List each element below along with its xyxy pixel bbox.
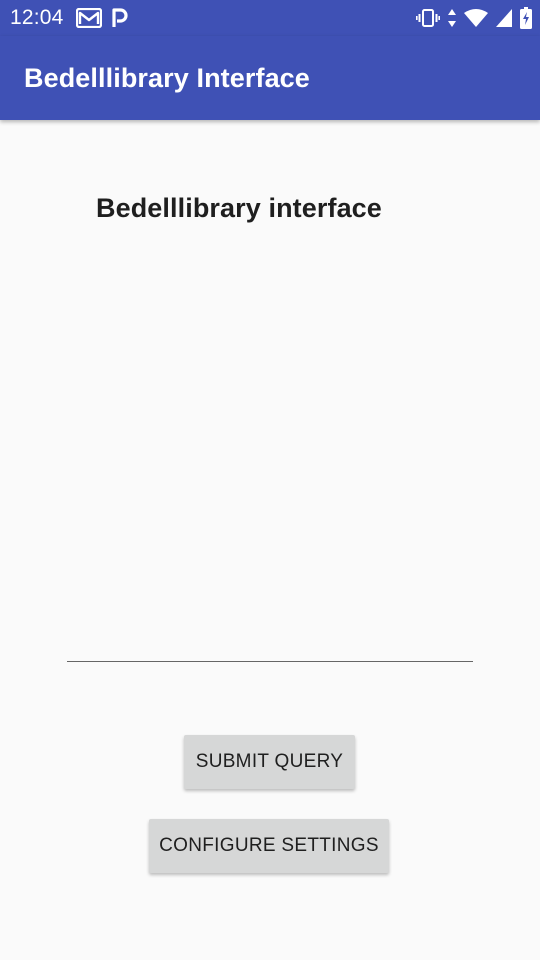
parking-p-icon (112, 8, 128, 28)
submit-query-button[interactable]: SUBMIT QUERY (184, 735, 355, 789)
vibrate-icon (416, 8, 441, 28)
status-notification-icons (75, 6, 128, 30)
data-arrows-icon (447, 8, 457, 28)
page-heading: Bedelllibrary interface (96, 193, 382, 223)
status-system-icons (416, 6, 532, 30)
cell-signal-icon (495, 8, 513, 28)
app-title: Bedelllibrary Interface (24, 63, 310, 93)
status-bar: 12:04 (0, 0, 540, 36)
wifi-icon (464, 8, 488, 28)
query-input[interactable] (67, 612, 473, 662)
app-bar: Bedelllibrary Interface (0, 36, 540, 120)
status-time: 12:04 (10, 6, 64, 29)
battery-charging-icon (520, 7, 532, 29)
configure-settings-button[interactable]: CONFIGURE SETTINGS (149, 819, 389, 873)
gmail-icon (75, 7, 103, 29)
